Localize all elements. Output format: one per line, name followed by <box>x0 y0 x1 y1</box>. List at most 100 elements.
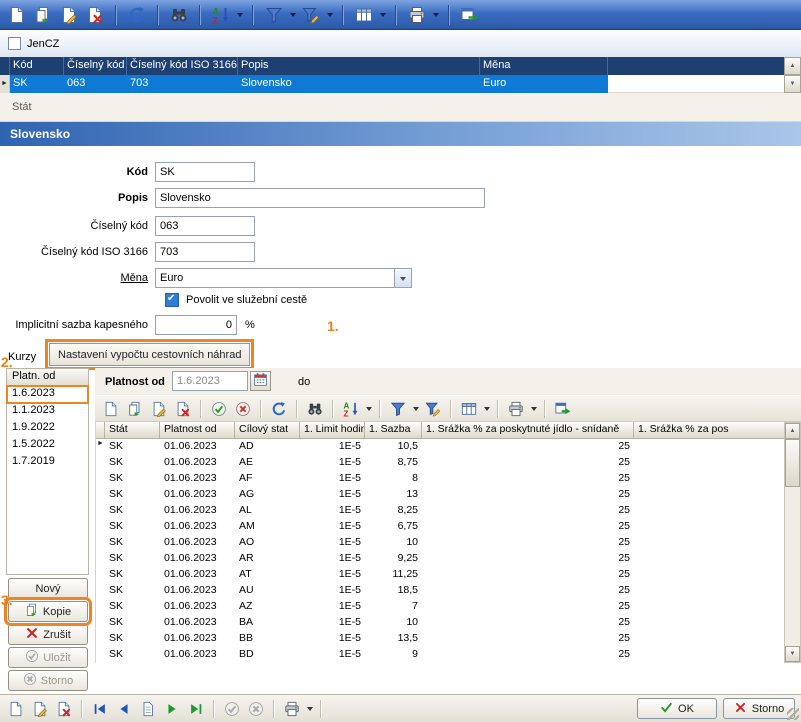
table-row[interactable]: SK01.06.2023AG1E-51325 <box>96 487 784 503</box>
table-cell[interactable] <box>634 567 784 583</box>
table-cell[interactable]: 1E-5 <box>300 631 365 647</box>
refresh-button[interactable] <box>124 3 150 27</box>
column-header-kod[interactable]: Kód <box>10 57 64 75</box>
check-circle-button[interactable] <box>207 398 231 420</box>
table-cell[interactable]: 25 <box>422 631 634 647</box>
kapesne-input[interactable] <box>155 315 237 335</box>
cell-kod[interactable]: SK <box>10 75 64 93</box>
cancel-circle-button[interactable] <box>231 398 255 420</box>
table-cell[interactable]: 9,25 <box>365 551 422 567</box>
table-cell[interactable]: 25 <box>422 551 634 567</box>
columns-button[interactable] <box>351 3 377 27</box>
resize-grip[interactable] <box>787 708 799 720</box>
table-row[interactable]: SK01.06.2023AR1E-59,2525 <box>96 551 784 567</box>
filter-button[interactable] <box>261 3 287 27</box>
page-edit-button[interactable] <box>147 398 171 420</box>
table-cell[interactable]: SK <box>105 551 160 567</box>
table-cell[interactable] <box>634 519 784 535</box>
table-cell[interactable]: SK <box>105 503 160 519</box>
table-cell[interactable]: 1E-5 <box>300 599 365 615</box>
table-cell[interactable]: AE <box>235 455 300 471</box>
ciselny-kod-input[interactable] <box>155 216 255 236</box>
scroll-down-icon[interactable]: ▼ <box>785 646 800 662</box>
grid-column-header[interactable]: Stát <box>105 422 160 439</box>
platnost-list-item[interactable]: 1.9.2022 <box>7 420 88 437</box>
table-row[interactable]: SK01.06.2023AZ1E-5725 <box>96 599 784 615</box>
nav-first-button[interactable] <box>88 698 112 720</box>
grid-scrollbar[interactable]: ▲ ▼ <box>784 422 801 663</box>
table-cell[interactable] <box>634 503 784 519</box>
table-cell[interactable]: 8,75 <box>365 455 422 471</box>
table-cell[interactable]: 9 <box>365 647 422 663</box>
kod-input[interactable] <box>155 162 255 182</box>
platnost-list-item[interactable]: 1.6.2023 <box>7 386 88 403</box>
grid-column-header[interactable]: 1. Limit hodin <box>300 422 365 439</box>
grid-column-header[interactable]: Cílový stat <box>235 422 300 439</box>
table-cell[interactable]: 01.06.2023 <box>160 503 235 519</box>
countries-selected-row[interactable]: ► SK 063 703 Slovensko Euro <box>0 75 784 93</box>
table-cell[interactable]: AG <box>235 487 300 503</box>
table-cell[interactable]: 1E-5 <box>300 615 365 631</box>
table-cell[interactable]: 1E-5 <box>300 439 365 455</box>
kopie-button[interactable]: Kopie <box>8 601 88 622</box>
print-button[interactable] <box>404 3 430 27</box>
table-cell[interactable]: 25 <box>422 519 634 535</box>
table-cell[interactable]: AD <box>235 439 300 455</box>
table-cell[interactable]: 1E-5 <box>300 519 365 535</box>
table-cell[interactable]: 1E-5 <box>300 471 365 487</box>
table-cell[interactable]: 25 <box>422 535 634 551</box>
table-cell[interactable]: AF <box>235 471 300 487</box>
table-cell[interactable]: 6,75 <box>365 519 422 535</box>
column-header-iso[interactable]: Číselný kód ISO 3166 <box>127 57 238 75</box>
column-header-popis[interactable]: Popis <box>238 57 480 75</box>
filter-button[interactable] <box>386 398 410 420</box>
print-button[interactable] <box>504 398 528 420</box>
table-cell[interactable]: SK <box>105 631 160 647</box>
nastaveni-button[interactable]: Nastavení vypočtu cestovních náhrad <box>49 343 250 366</box>
table-cell[interactable]: 25 <box>422 455 634 471</box>
table-cell[interactable] <box>634 551 784 567</box>
grid-column-header[interactable]: 1. Sazba <box>365 422 422 439</box>
table-row[interactable]: ►SK01.06.2023AD1E-510,525 <box>96 439 784 455</box>
table-cell[interactable] <box>634 487 784 503</box>
table-cell[interactable]: 25 <box>422 487 634 503</box>
table-cell[interactable]: 1E-5 <box>300 455 365 471</box>
sort-az-button[interactable]: AZ <box>339 398 363 420</box>
table-cell[interactable]: 25 <box>422 567 634 583</box>
table-cell[interactable]: BA <box>235 615 300 631</box>
table-cell[interactable]: AL <box>235 503 300 519</box>
page-new-button[interactable] <box>99 398 123 420</box>
table-cell[interactable]: 7 <box>365 599 422 615</box>
page-copy-button[interactable] <box>123 398 147 420</box>
column-header-ciselny-kod[interactable]: Číselný kód <box>64 57 127 75</box>
storno-button[interactable]: Storno <box>723 698 795 719</box>
table-cell[interactable]: SK <box>105 583 160 599</box>
page-delete-button[interactable] <box>52 698 76 720</box>
table-cell[interactable]: 1E-5 <box>300 535 365 551</box>
table-cell[interactable]: AR <box>235 551 300 567</box>
grid-column-header[interactable]: Platnost od <box>160 422 235 439</box>
table-cell[interactable]: 13 <box>365 487 422 503</box>
print-dropdown[interactable] <box>430 3 441 27</box>
table-cell[interactable]: 18,5 <box>365 583 422 599</box>
platnost-list-item[interactable]: 1.7.2019 <box>7 454 88 471</box>
table-row[interactable]: SK01.06.2023AU1E-518,525 <box>96 583 784 599</box>
nav-doc-button[interactable] <box>136 698 160 720</box>
table-cell[interactable]: 1E-5 <box>300 583 365 599</box>
cell-ciselny-kod[interactable]: 063 <box>64 75 127 93</box>
ok-button[interactable]: OK <box>637 698 717 719</box>
check-circle-gray-button[interactable] <box>220 698 244 720</box>
table-cell[interactable]: 01.06.2023 <box>160 535 235 551</box>
mena-select[interactable]: Euro <box>155 268 412 288</box>
table-cell[interactable]: 25 <box>422 647 634 663</box>
table-cell[interactable]: SK <box>105 471 160 487</box>
table-cell[interactable]: SK <box>105 487 160 503</box>
table-cell[interactable] <box>634 615 784 631</box>
table-cell[interactable]: 25 <box>422 615 634 631</box>
table-cell[interactable]: 01.06.2023 <box>160 583 235 599</box>
table-row[interactable]: SK01.06.2023AL1E-58,2525 <box>96 503 784 519</box>
table-cell[interactable]: 8 <box>365 471 422 487</box>
table-cell[interactable]: AO <box>235 535 300 551</box>
cancel-circle-gray-button[interactable] <box>244 698 268 720</box>
scroll-up-icon[interactable]: ▲ <box>784 57 801 75</box>
